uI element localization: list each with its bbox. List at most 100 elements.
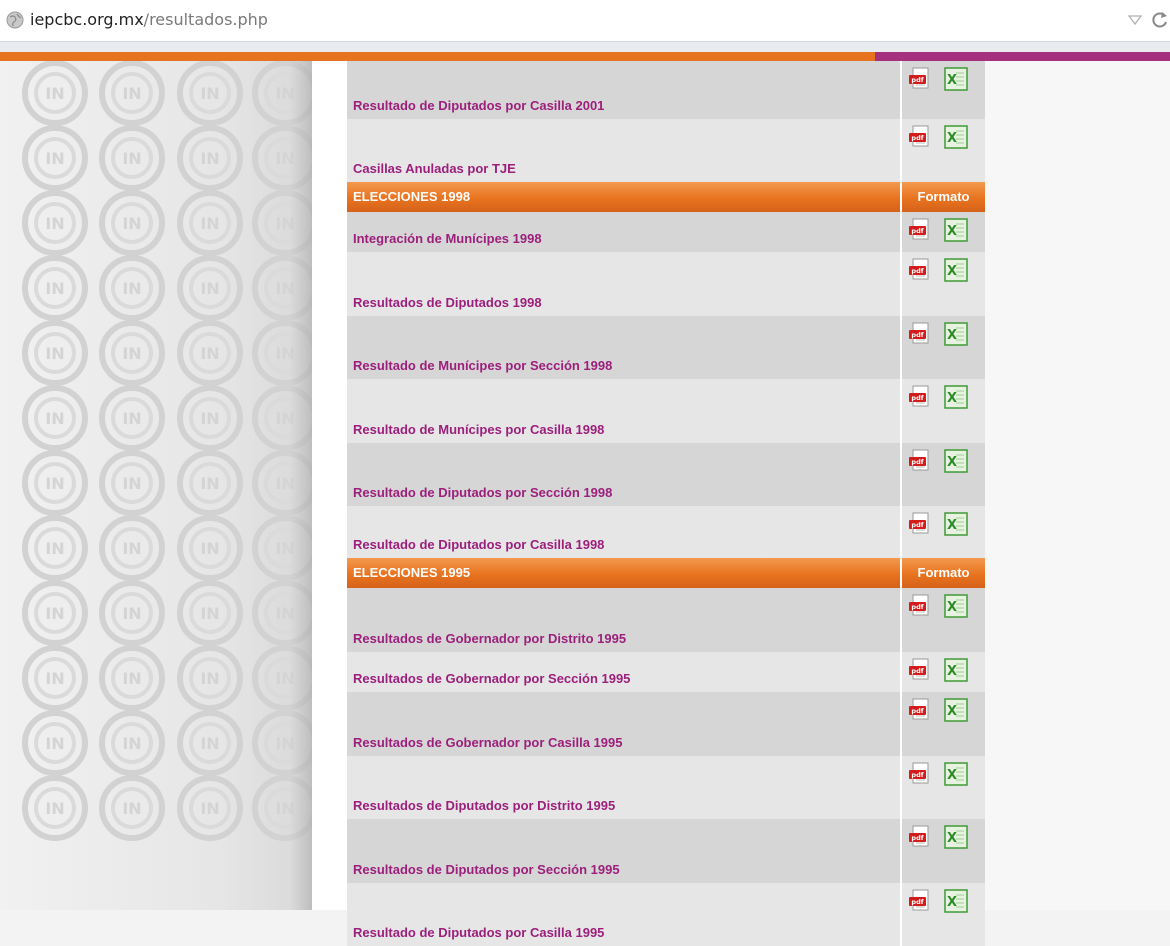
- logo-watermark: [25, 778, 85, 838]
- logo-watermark: [255, 583, 312, 643]
- logo-watermark: [180, 258, 240, 318]
- logo-watermark: [255, 258, 312, 318]
- results-table: Resultado de Diputados por Casilla 2001 p…: [347, 61, 985, 946]
- pdf-icon[interactable]: pdf: [908, 218, 932, 242]
- logo-watermark: [180, 518, 240, 578]
- excel-icon[interactable]: X: [944, 698, 968, 722]
- result-link[interactable]: Resultado de Diputados por Casilla 1998: [353, 537, 604, 552]
- pdf-icon[interactable]: pdf: [908, 594, 932, 618]
- result-link[interactable]: Resultado de Munícipes por Casilla 1998: [353, 422, 604, 437]
- svg-text:X: X: [947, 768, 957, 783]
- pdf-icon[interactable]: pdf: [908, 385, 932, 409]
- excel-icon[interactable]: X: [944, 658, 968, 682]
- table-row: Resultado de Munícipes por Casilla 1998 p…: [347, 379, 985, 443]
- svg-text:X: X: [947, 704, 957, 719]
- logo-watermark: [180, 778, 240, 838]
- svg-text:pdf: pdf: [911, 707, 923, 715]
- result-link[interactable]: Resultado de Diputados por Casilla 1995: [353, 925, 604, 940]
- logo-watermark: [255, 648, 312, 708]
- result-link[interactable]: Resultados de Diputados 1998: [353, 295, 542, 310]
- logo-watermark: [25, 713, 85, 773]
- result-link[interactable]: Resultados de Diputados por Distrito 199…: [353, 798, 615, 813]
- excel-icon[interactable]: X: [944, 125, 968, 149]
- result-link[interactable]: Resultado de Diputados por Sección 1998: [353, 485, 612, 500]
- svg-text:X: X: [947, 264, 957, 279]
- excel-icon[interactable]: X: [944, 594, 968, 618]
- logo-watermark: [25, 63, 85, 123]
- pdf-icon[interactable]: pdf: [908, 125, 932, 149]
- excel-icon[interactable]: X: [944, 449, 968, 473]
- format-column-header: Formato: [900, 558, 985, 588]
- pdf-icon[interactable]: pdf: [908, 889, 932, 913]
- logo-watermark: [25, 583, 85, 643]
- format-cell: pdf X: [900, 61, 987, 119]
- logo-watermark: [180, 388, 240, 448]
- excel-icon[interactable]: X: [944, 512, 968, 536]
- reload-icon[interactable]: [1151, 10, 1169, 30]
- logo-watermark: [102, 258, 162, 318]
- table-row: Resultados de Gobernador por Distrito 19…: [347, 588, 985, 652]
- svg-text:X: X: [947, 831, 957, 846]
- logo-watermark: [25, 258, 85, 318]
- result-link[interactable]: Integración de Munícipes 1998: [353, 231, 542, 246]
- top-stripe: [0, 52, 1170, 61]
- url-text[interactable]: iepcbc.org.mx/resultados.php: [30, 10, 268, 30]
- pdf-icon[interactable]: pdf: [908, 449, 932, 473]
- section-header: ELECCIONES 1998 Formato: [347, 182, 985, 212]
- pdf-icon[interactable]: pdf: [908, 512, 932, 536]
- svg-text:pdf: pdf: [911, 458, 923, 466]
- excel-icon[interactable]: X: [944, 67, 968, 91]
- content-gutter: [312, 61, 347, 910]
- svg-text:X: X: [947, 131, 957, 146]
- logo-watermark: [25, 648, 85, 708]
- svg-text:pdf: pdf: [911, 603, 923, 611]
- format-cell: pdf X: [900, 212, 987, 252]
- excel-icon[interactable]: X: [944, 762, 968, 786]
- address-bar[interactable]: iepcbc.org.mx/resultados.php: [0, 0, 1170, 42]
- excel-icon[interactable]: X: [944, 322, 968, 346]
- result-link[interactable]: Resultados de Gobernador por Casilla 199…: [353, 735, 622, 750]
- excel-icon[interactable]: X: [944, 218, 968, 242]
- result-link[interactable]: Resultados de Gobernador por Distrito 19…: [353, 631, 626, 646]
- logo-watermark: [180, 63, 240, 123]
- excel-icon[interactable]: X: [944, 385, 968, 409]
- result-link[interactable]: Resultados de Diputados por Sección 1995: [353, 862, 620, 877]
- table-row: Resultado de Munícipes por Sección 1998 p…: [347, 316, 985, 379]
- chevron-down-icon[interactable]: [1128, 14, 1142, 26]
- pdf-icon[interactable]: pdf: [908, 698, 932, 722]
- pdf-icon[interactable]: pdf: [908, 762, 932, 786]
- table-row: Resultado de Diputados por Casilla 1998 p…: [347, 506, 985, 558]
- pdf-icon[interactable]: pdf: [908, 258, 932, 282]
- url-path: /resultados.php: [143, 10, 268, 29]
- result-link[interactable]: Resultados de Gobernador por Sección 199…: [353, 671, 630, 686]
- excel-icon[interactable]: X: [944, 825, 968, 849]
- decorative-side-panel: IN: [0, 61, 312, 910]
- result-link[interactable]: Resultado de Munícipes por Sección 1998: [353, 358, 612, 373]
- logo-watermark: [255, 128, 312, 188]
- svg-text:X: X: [947, 391, 957, 406]
- pdf-icon[interactable]: pdf: [908, 825, 932, 849]
- svg-text:pdf: pdf: [911, 331, 923, 339]
- logo-watermark: [102, 193, 162, 253]
- section-title: ELECCIONES 1998: [353, 189, 471, 204]
- result-link[interactable]: Casillas Anuladas por TJE: [353, 161, 516, 176]
- logo-watermark: [180, 713, 240, 773]
- logo-watermark: [180, 193, 240, 253]
- format-cell: pdf X: [900, 819, 987, 883]
- logo-watermark: [25, 128, 85, 188]
- toolbar-strip: [0, 42, 1170, 52]
- table-row: Resultados de Diputados por Distrito 199…: [347, 756, 985, 819]
- logo-watermark: [180, 648, 240, 708]
- pdf-icon[interactable]: pdf: [908, 67, 932, 91]
- pdf-icon[interactable]: pdf: [908, 322, 932, 346]
- logo-watermark: [25, 453, 85, 513]
- pdf-icon[interactable]: pdf: [908, 658, 932, 682]
- logo-watermark: [102, 713, 162, 773]
- globe-icon: [6, 11, 24, 29]
- svg-text:pdf: pdf: [911, 834, 923, 842]
- excel-icon[interactable]: X: [944, 258, 968, 282]
- table-row: Resultados de Gobernador por Sección 199…: [347, 652, 985, 692]
- logo-watermark: [102, 323, 162, 383]
- excel-icon[interactable]: X: [944, 889, 968, 913]
- result-link[interactable]: Resultado de Diputados por Casilla 2001: [353, 98, 604, 113]
